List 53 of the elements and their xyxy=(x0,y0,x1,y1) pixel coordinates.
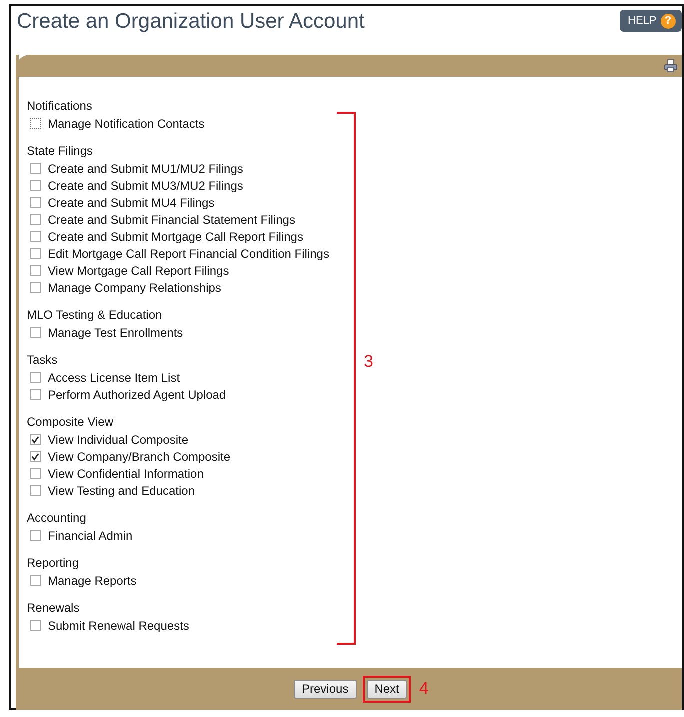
checkbox[interactable] xyxy=(30,248,41,259)
checkbox[interactable] xyxy=(30,434,41,445)
group-heading: MLO Testing & Education xyxy=(27,307,162,324)
group-heading: Reporting xyxy=(27,555,80,572)
checkbox[interactable] xyxy=(30,451,41,462)
checkbox[interactable] xyxy=(30,389,41,400)
checkbox[interactable] xyxy=(30,265,41,276)
printer-icon[interactable] xyxy=(664,59,678,73)
group-heading: Composite View xyxy=(27,414,114,431)
group-heading: Renewals xyxy=(27,600,80,617)
checkbox-label[interactable]: Manage Test Enrollments xyxy=(48,326,184,340)
checkbox[interactable] xyxy=(30,214,41,225)
checkbox-label[interactable]: Perform Authorized Agent Upload xyxy=(48,388,226,402)
group-heading: Tasks xyxy=(27,352,58,369)
checkbox-label[interactable]: View Mortgage Call Report Filings xyxy=(48,264,230,278)
checkbox-label[interactable]: View Testing and Education xyxy=(48,484,195,498)
annotation-number: 4 xyxy=(419,679,429,699)
checkbox[interactable] xyxy=(30,468,41,479)
checkbox[interactable] xyxy=(30,620,41,631)
checkbox[interactable] xyxy=(30,197,41,208)
checkbox-label[interactable]: View Confidential Information xyxy=(48,466,204,480)
checkbox-label[interactable]: Manage Reports xyxy=(48,574,137,588)
checkbox-label[interactable]: Manage Notification Contacts xyxy=(48,116,205,130)
checkbox-label[interactable]: Create and Submit MU3/MU2 Filings xyxy=(48,178,244,192)
checkbox[interactable] xyxy=(30,180,41,191)
checkbox[interactable] xyxy=(30,575,41,586)
checkbox-label[interactable]: Create and Submit Financial Statement Filings xyxy=(48,212,296,226)
page-title: Create an Organization User Account xyxy=(17,10,366,34)
checkbox-label[interactable]: Manage Company Relationships xyxy=(48,280,222,294)
help-button[interactable]: HELP ? xyxy=(620,10,682,32)
annotation-number: 3 xyxy=(364,352,374,372)
checkbox[interactable] xyxy=(30,372,41,383)
checkbox-label[interactable]: View Individual Composite xyxy=(48,432,189,446)
checkbox-label[interactable]: Create and Submit MU4 Filings xyxy=(48,196,215,210)
checkbox[interactable] xyxy=(30,530,41,541)
checkbox-label[interactable]: Edit Mortgage Call Report Financial Condition Filings xyxy=(48,246,330,260)
checkbox-label[interactable]: Submit Renewal Requests xyxy=(48,618,190,632)
checkbox[interactable] xyxy=(30,231,41,242)
checkbox[interactable] xyxy=(30,118,41,129)
group-heading: State Filings xyxy=(27,143,94,160)
next-button[interactable]: Next xyxy=(366,680,408,698)
checkbox-label[interactable]: View Company/Branch Composite xyxy=(48,450,231,464)
group-heading: Notifications xyxy=(27,98,92,115)
checkbox[interactable] xyxy=(30,282,41,293)
checkbox[interactable] xyxy=(30,485,41,496)
checkbox[interactable] xyxy=(30,163,41,174)
checkbox[interactable] xyxy=(30,327,41,338)
checkbox-label[interactable]: Create and Submit MU1/MU2 Filings xyxy=(48,162,244,176)
group-heading: Accounting xyxy=(27,510,86,527)
checkbox-label[interactable]: Financial Admin xyxy=(48,528,133,542)
previous-button[interactable]: Previous xyxy=(294,680,357,698)
checkbox-label[interactable]: Access License Item List xyxy=(48,370,180,384)
checkbox-label[interactable]: Create and Submit Mortgage Call Report Filings xyxy=(48,230,304,244)
